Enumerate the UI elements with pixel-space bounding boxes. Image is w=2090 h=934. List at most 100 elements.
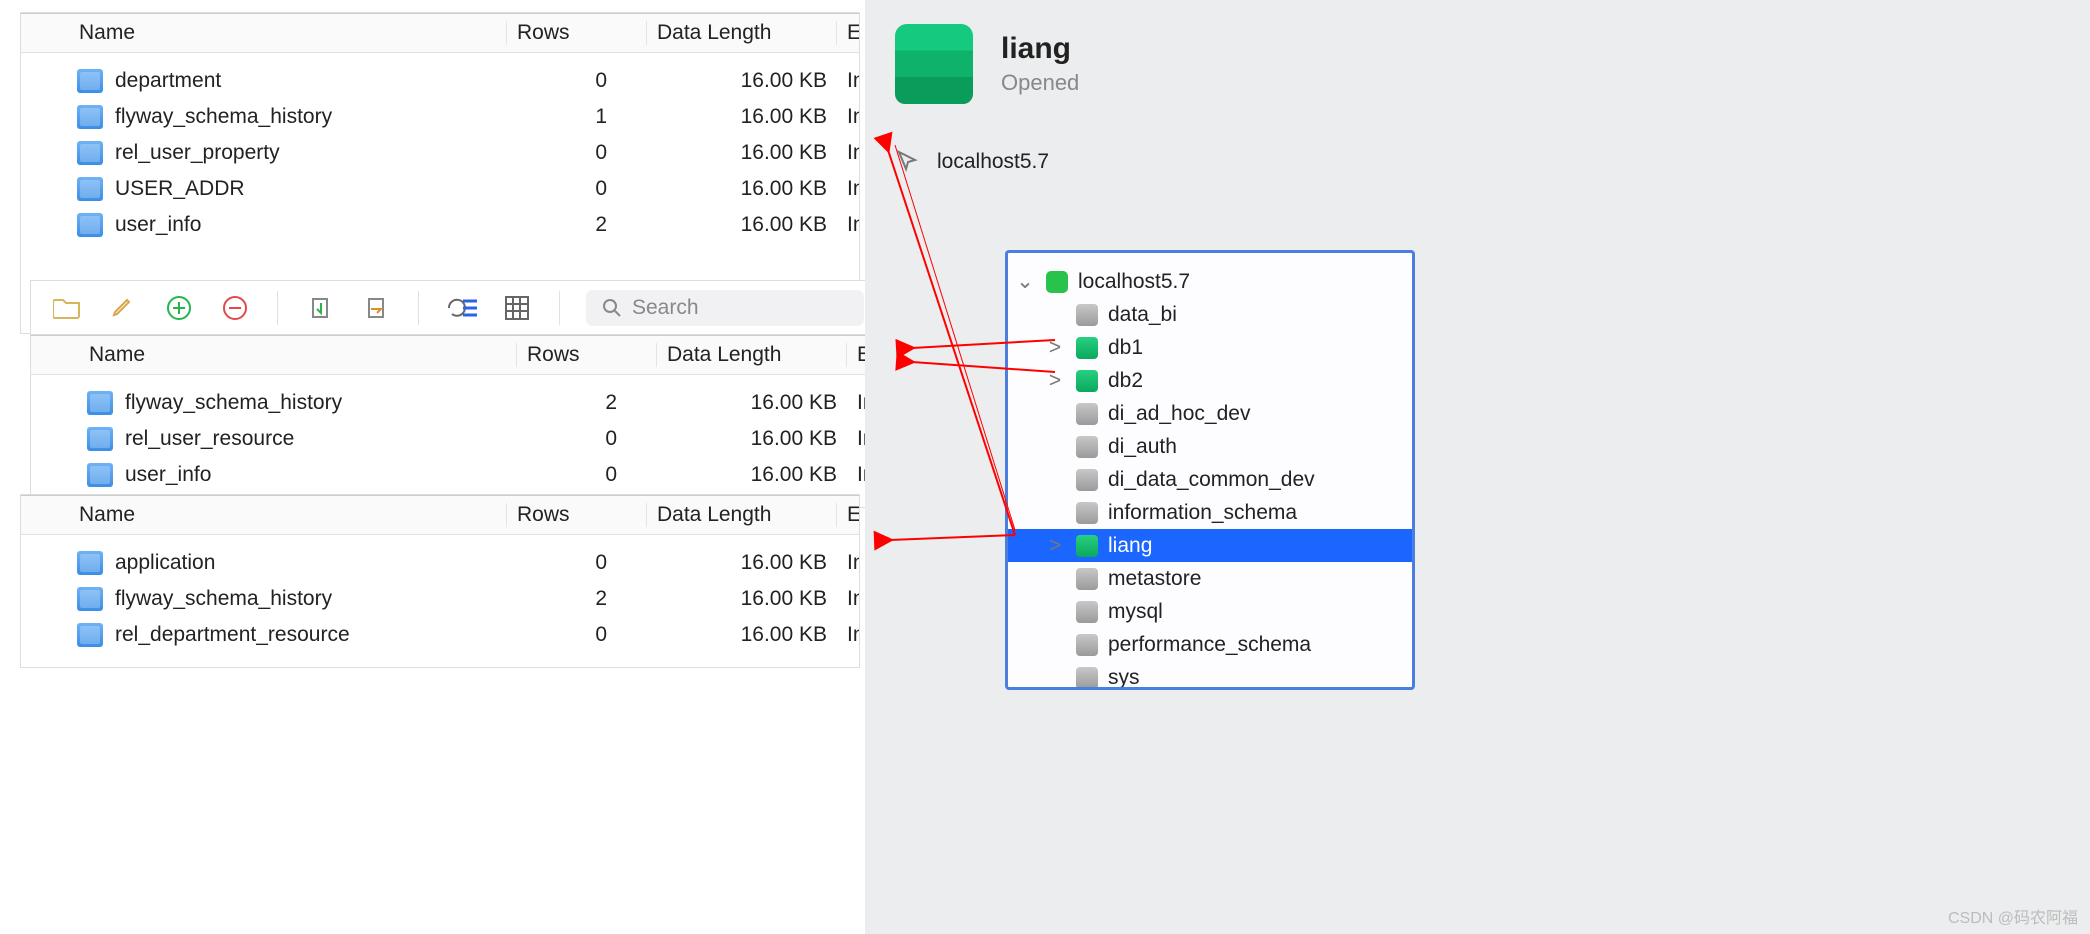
row-len: 16.00 KB — [647, 177, 837, 201]
table-panel-2: Name Rows Data Length Engin flyway_schem… — [30, 334, 885, 508]
tree-item-label: db2 — [1108, 369, 1143, 393]
database-icon — [1076, 535, 1098, 557]
toolbar: Search — [30, 280, 885, 334]
table-row[interactable]: user_info016.00 KBInnol — [31, 457, 884, 493]
row-rows: 0 — [507, 623, 647, 647]
tree-item-liang[interactable]: >liang — [1008, 529, 1412, 562]
grid-icon[interactable] — [501, 292, 533, 324]
tree-item-label: di_auth — [1108, 435, 1177, 459]
row-name: user_info — [125, 463, 211, 487]
search-icon — [602, 298, 622, 318]
host-line[interactable]: localhost5.7 — [865, 148, 2090, 176]
table-row[interactable]: flyway_schema_history216.00 KBInnol — [31, 385, 884, 421]
column-rows[interactable]: Rows — [506, 21, 646, 45]
table-row[interactable]: rel_user_resource016.00 KBInnol — [31, 421, 884, 457]
row-name: rel_user_property — [115, 141, 280, 165]
tree-item-label: information_schema — [1108, 501, 1297, 525]
search-input[interactable]: Search — [586, 290, 864, 326]
edit-icon[interactable] — [107, 292, 139, 324]
column-name[interactable]: Name — [21, 21, 506, 45]
tree-item-label: metastore — [1108, 567, 1201, 591]
tree-item-data_bi[interactable]: data_bi — [1008, 298, 1412, 331]
table-row[interactable]: rel_department_resource016.00 KBInn — [21, 617, 859, 653]
chevron-right-icon[interactable]: > — [1044, 534, 1066, 558]
table-row[interactable]: application016.00 KBInn — [21, 545, 859, 581]
table-row[interactable]: flyway_schema_history116.00 KBInn — [21, 99, 859, 135]
import-icon[interactable] — [304, 292, 336, 324]
table-header: Name Rows Data Length Eng — [21, 13, 859, 53]
table-icon — [77, 213, 103, 237]
column-rows[interactable]: Rows — [506, 503, 646, 527]
column-engine[interactable]: Eng — [836, 21, 859, 45]
column-data-length[interactable]: Data Length — [656, 343, 846, 367]
navicat-icon — [1046, 271, 1068, 293]
add-icon[interactable] — [163, 292, 195, 324]
row-rows: 0 — [507, 69, 647, 93]
table-row[interactable]: department016.00 KBInn — [21, 63, 859, 99]
column-data-length[interactable]: Data Length — [646, 21, 836, 45]
tree-host-label: localhost5.7 — [1078, 270, 1190, 294]
row-engine: Inn — [837, 69, 859, 93]
table-icon — [87, 463, 113, 487]
row-name: USER_ADDR — [115, 177, 245, 201]
tree-item-di_data_common_dev[interactable]: di_data_common_dev — [1008, 463, 1412, 496]
tree-item-di_ad_hoc_dev[interactable]: di_ad_hoc_dev — [1008, 397, 1412, 430]
row-name: application — [115, 551, 215, 575]
column-name[interactable]: Name — [21, 503, 506, 527]
row-rows: 0 — [517, 463, 657, 487]
table-row[interactable]: USER_ADDR016.00 KBInn — [21, 171, 859, 207]
row-engine: Inn — [837, 105, 859, 129]
row-name: flyway_schema_history — [125, 391, 342, 415]
table-row[interactable]: user_info216.00 KBInn — [21, 207, 859, 243]
table-icon — [77, 551, 103, 575]
row-len: 16.00 KB — [647, 587, 837, 611]
database-icon — [1076, 667, 1098, 689]
refresh-list-icon[interactable] — [445, 292, 477, 324]
chevron-down-icon[interactable]: ⌄ — [1014, 269, 1036, 294]
column-engine[interactable]: Eng — [836, 503, 859, 527]
tree-item-label: db1 — [1108, 336, 1143, 360]
row-engine: Inn — [837, 213, 859, 237]
tree-item-performance_schema[interactable]: performance_schema — [1008, 628, 1412, 661]
database-icon — [1076, 469, 1098, 491]
tree-item-label: performance_schema — [1108, 633, 1311, 657]
remove-icon[interactable] — [219, 292, 251, 324]
separator — [277, 291, 278, 325]
export-icon[interactable] — [360, 292, 392, 324]
table-row[interactable]: flyway_schema_history216.00 KBInn — [21, 581, 859, 617]
open-icon[interactable] — [51, 292, 83, 324]
db-status: Opened — [1001, 70, 1079, 96]
tree-item-mysql[interactable]: mysql — [1008, 595, 1412, 628]
column-data-length[interactable]: Data Length — [646, 503, 836, 527]
row-rows: 2 — [507, 213, 647, 237]
column-name[interactable]: Name — [31, 343, 516, 367]
row-name: rel_user_resource — [125, 427, 294, 451]
column-rows[interactable]: Rows — [516, 343, 656, 367]
table-header: Name Rows Data Length Eng — [21, 495, 859, 535]
row-len: 16.00 KB — [647, 623, 837, 647]
table-icon — [77, 141, 103, 165]
row-len: 16.00 KB — [657, 391, 847, 415]
row-rows: 0 — [517, 427, 657, 451]
chevron-right-icon[interactable]: > — [1044, 336, 1066, 360]
row-rows: 0 — [507, 141, 647, 165]
row-len: 16.00 KB — [647, 551, 837, 575]
tree-item-db1[interactable]: > db1 — [1008, 331, 1412, 364]
tree-item-di_auth[interactable]: di_auth — [1008, 430, 1412, 463]
row-engine: Inn — [837, 551, 859, 575]
tree-item-db2[interactable]: > db2 — [1008, 364, 1412, 397]
tree-item-sys[interactable]: sys — [1008, 661, 1412, 690]
table-body: flyway_schema_history216.00 KBInnol rel_… — [31, 375, 884, 507]
table-row[interactable]: rel_user_property016.00 KBInn — [21, 135, 859, 171]
chevron-right-icon[interactable]: > — [1044, 369, 1066, 393]
row-name: rel_department_resource — [115, 623, 350, 647]
row-len: 16.00 KB — [657, 463, 847, 487]
row-name: user_info — [115, 213, 201, 237]
database-icon — [1076, 436, 1098, 458]
tree-host-row[interactable]: ⌄ localhost5.7 — [1008, 265, 1412, 298]
table-icon — [77, 623, 103, 647]
tree-item-information_schema[interactable]: information_schema — [1008, 496, 1412, 529]
row-engine: Inn — [837, 587, 859, 611]
tree-item-metastore[interactable]: metastore — [1008, 562, 1412, 595]
table-icon — [77, 69, 103, 93]
